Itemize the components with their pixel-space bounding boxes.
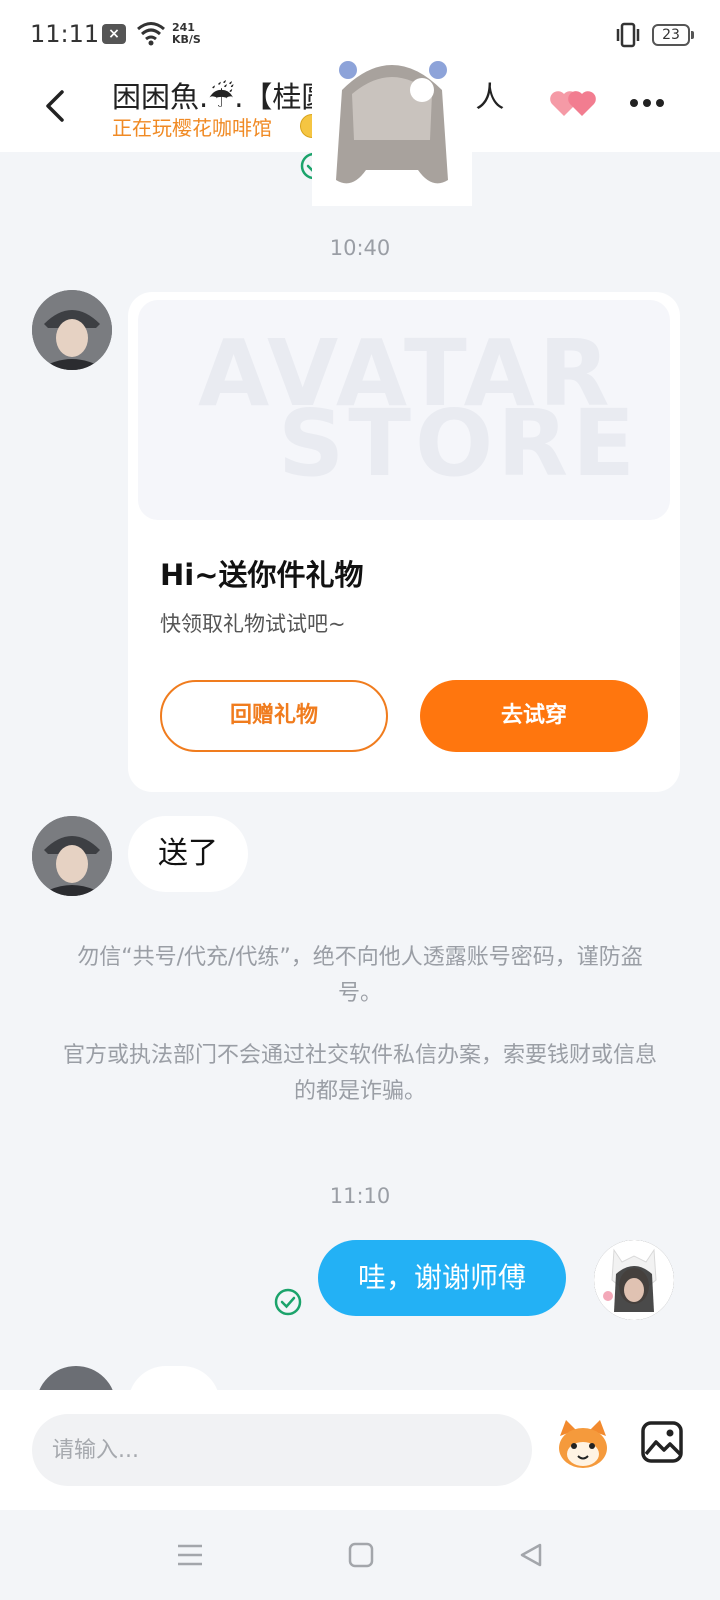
- nav-back-icon[interactable]: [518, 1542, 544, 1568]
- hearts-icon[interactable]: [548, 88, 600, 118]
- input-bar: [0, 1390, 720, 1510]
- fraud-notice: 官方或执法部门不会通过社交软件私信办案，索要钱财或信息的都是诈骗。: [62, 1043, 657, 1104]
- friend-avatar-image: [32, 290, 112, 370]
- friend-avatar[interactable]: [32, 816, 112, 896]
- sticker-mascot-icon[interactable]: [554, 1416, 612, 1474]
- more-options-icon[interactable]: [630, 92, 674, 112]
- playing-status: 正在玩樱花咖啡馆: [112, 116, 272, 140]
- friend-avatar-image: [32, 816, 112, 896]
- battery-icon: 23: [652, 24, 694, 46]
- self-avatar[interactable]: [594, 1240, 674, 1320]
- message-timestamp: 11:10: [329, 1184, 391, 1208]
- gift-preview: AVATAR STORE: [138, 300, 670, 520]
- system-nav-bar: [0, 1510, 720, 1600]
- hair-item-image: [312, 30, 472, 206]
- network-speed-unit: KB/S: [172, 33, 201, 46]
- return-gift-button[interactable]: 回赠礼物: [160, 680, 388, 752]
- network-speed: 241 KB/S: [172, 22, 201, 46]
- message-timestamp: 10:40: [329, 236, 391, 260]
- gift-card-title: Hi~送你件礼物: [160, 558, 364, 592]
- image-upload-icon[interactable]: [640, 1420, 684, 1464]
- sent-check-icon: [274, 1288, 302, 1316]
- vibrate-icon: [616, 22, 640, 48]
- message-input[interactable]: [32, 1414, 532, 1486]
- home-icon[interactable]: [348, 1542, 374, 1568]
- friend-avatar[interactable]: [32, 290, 112, 370]
- wifi-icon: [137, 22, 165, 46]
- gift-watermark-bottom: STORE: [278, 390, 639, 497]
- self-avatar-image: [594, 1240, 674, 1320]
- sent-message-bubble[interactable]: 哇，谢谢师傅: [318, 1240, 566, 1316]
- received-message-bubble[interactable]: 送了: [128, 816, 248, 892]
- try-on-button[interactable]: 去试穿: [420, 680, 648, 752]
- notification-x-icon: ×: [102, 24, 126, 44]
- status-time: 11:11: [30, 20, 100, 48]
- security-notice: 勿信“共号/代充/代练”，绝不向他人透露账号密码，谨防盗号。: [77, 945, 643, 1006]
- back-arrow-icon[interactable]: [38, 86, 78, 126]
- gift-card-subtitle: 快领取礼物试试吧~: [160, 612, 346, 636]
- menu-icon[interactable]: [176, 1542, 204, 1568]
